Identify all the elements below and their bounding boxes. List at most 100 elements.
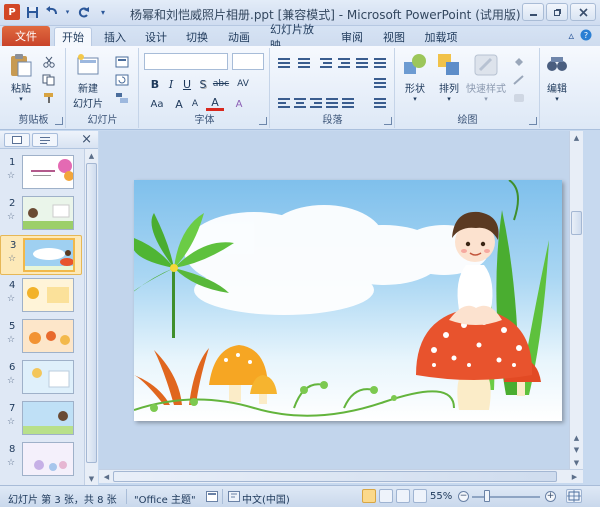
zoom-level[interactable]: 55% [430, 491, 452, 502]
font-launcher-icon[interactable] [259, 117, 267, 125]
slide-sorter-button[interactable] [379, 489, 393, 503]
char-spacing-button[interactable]: AV [232, 76, 254, 92]
justify-button[interactable] [325, 96, 339, 108]
slide-thumbnail-7[interactable]: 7 ☆ [0, 399, 82, 439]
distributed-button[interactable] [341, 96, 355, 108]
new-slide-button[interactable]: 新建 幻灯片 [73, 52, 103, 110]
normal-view-button[interactable] [362, 489, 376, 503]
cut-icon[interactable] [42, 56, 56, 68]
slide-thumbnail-2[interactable]: 2 ☆ [0, 194, 82, 234]
decrease-indent-button[interactable] [319, 56, 333, 68]
zoom-in-button[interactable]: + [545, 491, 556, 502]
numbering-button[interactable] [297, 56, 311, 68]
tab-design[interactable]: 设计 [139, 28, 173, 46]
tab-insert[interactable]: 插入 [98, 28, 132, 46]
scroll-down-icon[interactable]: ▼ [86, 473, 97, 484]
hscroll-thumb[interactable] [113, 471, 557, 482]
scroll-down-icon[interactable]: ▼ [571, 457, 582, 468]
current-slide[interactable] [134, 180, 562, 421]
paste-button[interactable]: 粘贴 ▾ [8, 52, 34, 103]
undo-dropdown-icon[interactable]: ▾ [64, 4, 71, 20]
tab-file[interactable]: 文件 [2, 26, 50, 46]
text-direction-button[interactable] [373, 76, 387, 88]
format-painter-icon[interactable] [42, 92, 56, 104]
columns-button[interactable] [373, 56, 387, 68]
minimize-button[interactable] [522, 3, 544, 21]
close-pane-icon[interactable]: × [81, 132, 92, 147]
shape-fill-icon[interactable] [512, 56, 526, 68]
zoom-slider-thumb[interactable] [484, 490, 490, 502]
minimize-ribbon-icon[interactable]: ▵ [568, 29, 574, 44]
bullets-button[interactable] [277, 56, 291, 68]
language-status[interactable]: 中文(中国) [242, 491, 290, 506]
help-icon[interactable]: ? [580, 29, 592, 44]
theme-status[interactable]: "Office 主题" [134, 491, 196, 506]
tab-animations[interactable]: 动画 [222, 28, 256, 46]
align-text-button[interactable] [373, 96, 387, 108]
font-color-button[interactable]: A [206, 96, 224, 111]
slide-thumbnail-3[interactable]: 3 ☆ [0, 235, 82, 275]
outline-tab-icon[interactable] [32, 133, 58, 147]
slides-pane-scrollbar[interactable]: ▲ ▼ [84, 149, 98, 485]
prev-slide-icon[interactable]: ▲ [571, 432, 582, 443]
align-center-button[interactable] [293, 96, 307, 108]
clear-format-button[interactable]: A [230, 96, 248, 112]
redo-icon[interactable] [75, 4, 91, 20]
powerpoint-logo-icon[interactable]: P [4, 4, 20, 20]
paragraph-launcher-icon[interactable] [384, 117, 392, 125]
slide-vertical-scrollbar[interactable]: ▲ ▲ ▼ ▼ [569, 131, 583, 469]
increase-indent-button[interactable] [337, 56, 351, 68]
tab-review[interactable]: 审阅 [335, 28, 369, 46]
slide-thumbnail-8[interactable]: 8 ☆ [0, 440, 82, 480]
fit-to-window-button[interactable] [566, 489, 582, 503]
slides-tab-icon[interactable] [4, 133, 30, 147]
shape-effects-icon[interactable] [512, 92, 526, 104]
zoom-out-button[interactable]: − [458, 491, 469, 502]
slide-thumbnail-1[interactable]: 1 ☆ [0, 153, 82, 193]
group-paragraph-label: 段落 [322, 115, 343, 126]
scroll-up-icon[interactable]: ▲ [571, 132, 582, 143]
font-name-combo[interactable] [144, 53, 228, 70]
tab-slideshow[interactable]: 幻灯片放映 [266, 23, 328, 52]
scroll-thumb[interactable] [571, 211, 582, 235]
zoom-slider-track[interactable] [472, 496, 540, 498]
decrease-font-button[interactable]: A [186, 96, 204, 112]
tab-transitions[interactable]: 切换 [180, 28, 214, 46]
scroll-up-icon[interactable]: ▲ [86, 150, 97, 161]
strikethrough-button[interactable]: abc [210, 76, 232, 92]
reset-slide-icon[interactable] [115, 74, 129, 86]
next-slide-icon[interactable]: ▼ [571, 444, 582, 455]
clipboard-launcher-icon[interactable] [55, 117, 63, 125]
undo-icon[interactable] [44, 4, 60, 20]
shape-outline-icon[interactable] [512, 74, 526, 86]
close-button[interactable] [570, 3, 596, 21]
layout-icon[interactable] [115, 56, 129, 68]
save-icon[interactable] [24, 4, 40, 20]
tab-home[interactable]: 开始 [54, 27, 92, 46]
scroll-right-icon[interactable]: ▶ [569, 471, 580, 482]
scroll-thumb[interactable] [86, 163, 97, 463]
drawing-launcher-icon[interactable] [529, 117, 537, 125]
customize-qat-icon[interactable]: ▾ [95, 4, 111, 20]
tab-addins[interactable]: 加载项 [418, 28, 464, 46]
section-icon[interactable] [115, 92, 129, 104]
reading-view-button[interactable] [396, 489, 410, 503]
editing-button[interactable]: 编辑 ▾ [544, 52, 570, 103]
slide-thumbnail-6[interactable]: 6 ☆ [0, 358, 82, 398]
restore-button[interactable] [546, 3, 568, 21]
align-right-button[interactable] [309, 96, 323, 108]
arrange-button[interactable]: 排列 ▾ [436, 52, 462, 103]
font-size-combo[interactable] [232, 53, 264, 70]
quick-styles-button[interactable]: 快速样式 ▾ [466, 52, 506, 103]
change-case-button[interactable]: Aa [146, 96, 168, 112]
tab-view[interactable]: 视图 [377, 28, 411, 46]
slide-horizontal-scrollbar[interactable]: ◀ ▶ [99, 469, 583, 483]
slide-thumbnail-4[interactable]: 4 ☆ [0, 276, 82, 316]
line-spacing-button[interactable] [355, 56, 369, 68]
copy-icon[interactable] [42, 74, 56, 86]
slideshow-view-button[interactable] [413, 489, 427, 503]
slide-thumbnail-5[interactable]: 5 ☆ [0, 317, 82, 357]
shapes-button[interactable]: 形状 ▾ [402, 52, 428, 103]
scroll-left-icon[interactable]: ◀ [101, 471, 112, 482]
align-left-button[interactable] [277, 96, 291, 108]
